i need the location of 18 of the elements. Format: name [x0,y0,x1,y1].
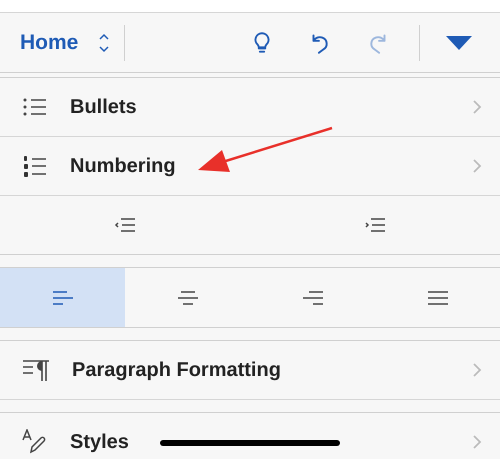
caret-down-icon [446,36,472,50]
numbered-list-icon [22,154,48,178]
chevron-right-icon [472,158,482,174]
styles-icon [22,429,48,455]
chevron-right-icon [472,434,482,450]
chevron-right-icon [472,362,482,378]
align-center-icon [176,290,198,306]
home-tab-selector[interactable]: Home [20,22,110,62]
bulleted-list-icon [22,96,48,118]
up-down-chevron-icon [98,32,110,54]
align-justify-icon [426,290,448,306]
align-left-icon [52,290,74,306]
paragraph-formatting-icon [22,358,50,382]
chevron-right-icon [472,99,482,115]
increase-indent-icon [364,217,386,233]
align-right-icon [302,290,324,306]
align-left-button[interactable] [0,268,125,327]
decrease-indent-icon [114,217,136,233]
